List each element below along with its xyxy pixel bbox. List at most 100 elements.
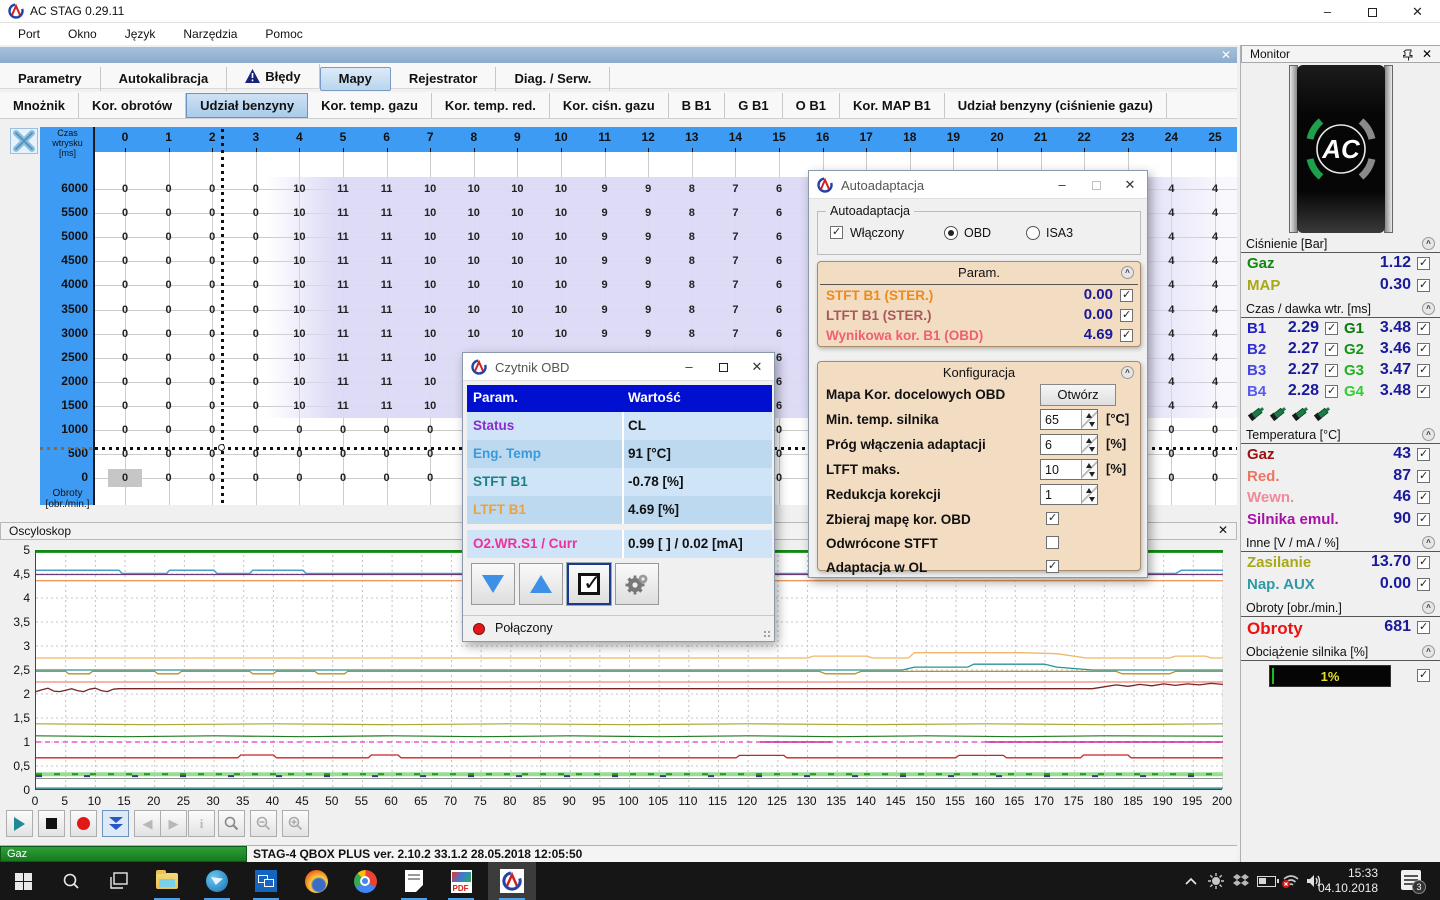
autoadapt-maximize-button[interactable] xyxy=(1079,171,1113,199)
aa-config-odwr-cone-stft-checkbox[interactable] xyxy=(1046,536,1059,549)
obd-titlebar[interactable]: Czytnik OBD – ✕ xyxy=(463,353,774,381)
map-cell[interactable]: 0 xyxy=(195,373,229,391)
map-cell[interactable]: 6 xyxy=(762,325,796,343)
map-cell[interactable]: 4 xyxy=(1154,252,1188,270)
aa-config-redukcja-korekcji-spinner[interactable]: 1 xyxy=(1040,484,1098,505)
pressure-gaz-checkbox[interactable] xyxy=(1417,257,1430,270)
map-cell[interactable]: 11 xyxy=(326,180,360,198)
map-cell[interactable]: 4 xyxy=(1154,397,1188,415)
map-cell[interactable]: 9 xyxy=(631,204,665,222)
map-cell[interactable]: 10 xyxy=(413,397,447,415)
map-cell[interactable]: 0 xyxy=(108,180,142,198)
tray-network-icon[interactable] xyxy=(1278,868,1304,894)
map-cell[interactable]: 7 xyxy=(718,252,752,270)
map-cell[interactable]: 9 xyxy=(588,252,622,270)
obd-close-button[interactable]: ✕ xyxy=(740,353,774,381)
play-button[interactable] xyxy=(6,810,33,837)
map-cell[interactable]: 0 xyxy=(239,180,273,198)
inj-g-checkbox[interactable] xyxy=(1417,322,1430,335)
tab-diag-serw-[interactable]: Diag. / Serw. xyxy=(496,67,610,91)
map-cell[interactable]: 0 xyxy=(108,228,142,246)
map-cell[interactable]: 10 xyxy=(500,301,534,319)
map-cell[interactable]: 10 xyxy=(413,301,447,319)
autoadapt-titlebar[interactable]: Autoadaptacja – ✕ xyxy=(809,171,1147,199)
map-cell[interactable]: 0 xyxy=(195,228,229,246)
engine-load-section-collapse-button[interactable]: ^ xyxy=(1422,645,1435,658)
map-cell[interactable]: 10 xyxy=(282,301,316,319)
tray-dropbox-icon[interactable] xyxy=(1228,868,1254,894)
map-cell[interactable]: 4 xyxy=(1198,397,1232,415)
aa-config-zbieraj-map-kor-obd-checkbox[interactable] xyxy=(1046,512,1059,525)
map-cell[interactable]: 10 xyxy=(282,276,316,294)
map-cell[interactable]: 0 xyxy=(108,325,142,343)
subtab-g-b1[interactable]: G B1 xyxy=(725,93,782,118)
map-cell[interactable]: 0 xyxy=(195,301,229,319)
map-cell[interactable]: 0 xyxy=(239,373,273,391)
pressure-section-collapse-button[interactable]: ^ xyxy=(1422,237,1435,250)
map-cell[interactable]: 7 xyxy=(718,180,752,198)
map-cell[interactable]: 10 xyxy=(544,204,578,222)
oscilloscope-close-icon[interactable]: ✕ xyxy=(1218,523,1228,537)
aa-param-checkbox[interactable] xyxy=(1120,329,1133,342)
temp-gaz-checkbox[interactable] xyxy=(1417,448,1430,461)
map-cell[interactable]: 10 xyxy=(544,180,578,198)
map-cell[interactable]: 0 xyxy=(239,276,273,294)
map-cell[interactable]: 0 xyxy=(282,421,316,439)
map-cell[interactable]: 6 xyxy=(762,204,796,222)
taskbar-remote-app-icon[interactable] xyxy=(253,868,279,894)
spinner-buttons[interactable] xyxy=(1081,460,1097,479)
aa-param-checkbox[interactable] xyxy=(1120,289,1133,302)
other-zasilanie-checkbox[interactable] xyxy=(1417,556,1430,569)
map-cell[interactable]: 0 xyxy=(370,469,404,487)
map-cell[interactable]: 11 xyxy=(370,325,404,343)
map-cell[interactable]: 0 xyxy=(239,325,273,343)
map-cell[interactable]: 10 xyxy=(413,204,447,222)
map-cell[interactable]: 10 xyxy=(500,252,534,270)
map-cell[interactable]: 10 xyxy=(413,228,447,246)
map-cell[interactable]: 0 xyxy=(108,421,142,439)
map-cell[interactable]: 0 xyxy=(152,469,186,487)
map-cell[interactable]: 7 xyxy=(718,276,752,294)
map-cell[interactable]: 0 xyxy=(413,469,447,487)
map-cell[interactable]: 0 xyxy=(152,276,186,294)
close-button[interactable]: ✕ xyxy=(1395,0,1440,23)
map-cell[interactable]: 10 xyxy=(413,325,447,343)
subtab-kor-temp-red-[interactable]: Kor. temp. red. xyxy=(432,93,550,118)
inj-b-checkbox[interactable] xyxy=(1325,322,1338,335)
inj-g-checkbox[interactable] xyxy=(1417,364,1430,377)
map-cell[interactable]: 10 xyxy=(544,301,578,319)
map-cell[interactable]: 7 xyxy=(718,204,752,222)
map-cell[interactable]: 4 xyxy=(1154,373,1188,391)
map-cell[interactable]: 11 xyxy=(370,252,404,270)
step-back-button[interactable]: ◀ xyxy=(134,810,161,837)
info-button[interactable]: i xyxy=(188,810,215,837)
map-cell[interactable]: 11 xyxy=(326,373,360,391)
map-cell[interactable]: 6 xyxy=(762,252,796,270)
map-cell[interactable]: 0 xyxy=(370,421,404,439)
map-cell[interactable]: 0 xyxy=(152,421,186,439)
map-cell[interactable]: 10 xyxy=(282,397,316,415)
taskbar-search-button[interactable] xyxy=(58,868,84,894)
map-cell[interactable]: 4 xyxy=(1154,204,1188,222)
map-cell[interactable]: 11 xyxy=(326,301,360,319)
step-forward-button[interactable]: ▶ xyxy=(160,810,187,837)
inj-g-checkbox[interactable] xyxy=(1417,343,1430,356)
subtab-b-b1[interactable]: B B1 xyxy=(669,93,726,118)
pin-icon[interactable] xyxy=(1403,49,1414,61)
map-cell[interactable]: 0 xyxy=(1198,469,1232,487)
map-cell[interactable]: 9 xyxy=(631,301,665,319)
map-cell[interactable]: 10 xyxy=(282,180,316,198)
map-cell[interactable]: 0 xyxy=(239,397,273,415)
map-cell[interactable]: 0 xyxy=(239,301,273,319)
inj-b-checkbox[interactable] xyxy=(1325,364,1338,377)
tab-autokalibracja[interactable]: Autokalibracja xyxy=(101,67,228,91)
map-cell[interactable]: 4 xyxy=(1154,349,1188,367)
record-button[interactable] xyxy=(70,810,97,837)
map-cell[interactable]: 0 xyxy=(239,349,273,367)
map-cell[interactable]: 6 xyxy=(762,301,796,319)
map-cell[interactable]: 4 xyxy=(1198,325,1232,343)
tab-parametry[interactable]: Parametry xyxy=(0,67,101,91)
map-cell[interactable]: 10 xyxy=(544,325,578,343)
map-cell[interactable]: 7 xyxy=(718,325,752,343)
map-cell[interactable]: 11 xyxy=(370,349,404,367)
